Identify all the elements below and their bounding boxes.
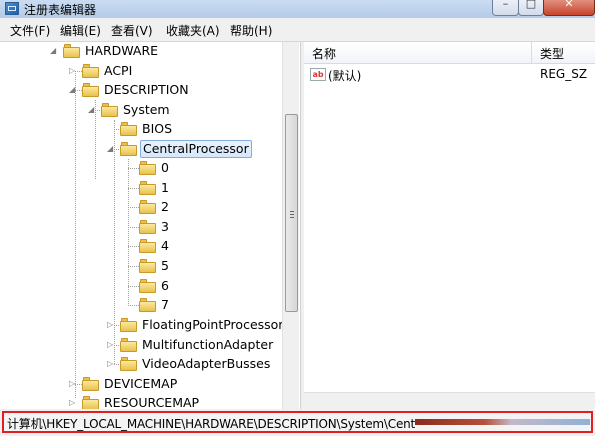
column-separator[interactable] — [531, 42, 532, 64]
folder-icon — [139, 200, 156, 214]
status-path-highlight: 计算机\HKEY_LOCAL_MACHINE\HARDWARE\DESCRIPT… — [2, 411, 593, 433]
folder-icon — [139, 161, 156, 175]
folder-icon — [120, 318, 137, 332]
scrollbar-thumb[interactable] — [285, 114, 298, 312]
grip-icon — [290, 211, 294, 218]
status-path: 计算机\HKEY_LOCAL_MACHINE\HARDWARE\DESCRIPT… — [7, 417, 416, 431]
tree-node-label: 1 — [161, 180, 169, 195]
folder-icon — [120, 142, 137, 156]
folder-icon — [139, 298, 156, 312]
expand-arrow-icon[interactable]: ▷ — [107, 319, 117, 331]
tree-node-label: 3 — [161, 219, 169, 234]
value-list[interactable]: 名称 类型 ab (默认) REG_SZ — [304, 42, 595, 409]
folder-icon — [82, 377, 99, 391]
tree-node-label: RESOURCEMAP — [104, 395, 200, 409]
tree-node-label: System — [123, 102, 170, 117]
folder-icon — [82, 396, 99, 409]
tree-node-label: 6 — [161, 278, 169, 293]
folder-icon — [120, 357, 137, 371]
menu-edit[interactable]: 编辑(E) — [60, 22, 101, 39]
tree-node-label: 4 — [161, 238, 169, 253]
maximize-button[interactable]: □ — [518, 0, 544, 16]
folder-icon — [120, 122, 137, 136]
list-horizontal-scrollbar[interactable] — [304, 392, 595, 409]
value-name: (默认) — [328, 69, 362, 83]
menu-help[interactable]: 帮助(H) — [230, 22, 272, 39]
title-bar: 注册表编辑器 – □ ✕ — [0, 0, 595, 18]
status-bar: 计算机\HKEY_LOCAL_MACHINE\HARDWARE\DESCRIPT… — [0, 409, 595, 436]
tree-node-label: 5 — [161, 258, 169, 273]
minimize-button[interactable]: – — [492, 0, 519, 16]
tree-node-label: 2 — [161, 199, 169, 214]
folder-icon — [139, 239, 156, 253]
tree-node-label: ACPI — [104, 63, 133, 78]
status-overflow-marker — [415, 419, 590, 425]
tree-vertical-scrollbar[interactable] — [282, 42, 299, 409]
folder-icon — [63, 44, 80, 58]
folder-icon — [82, 64, 99, 78]
expand-arrow-icon[interactable]: ▷ — [107, 358, 117, 370]
tree-node-label: FloatingPointProcessor — [142, 317, 284, 332]
tree-node-label: MultifunctionAdapter — [142, 337, 274, 352]
tree-node-label: DESCRIPTION — [104, 82, 189, 97]
folder-icon — [139, 220, 156, 234]
tree-node-label: 0 — [161, 160, 169, 175]
expand-arrow-icon[interactable]: ▷ — [107, 339, 117, 351]
collapse-arrow-icon[interactable]: ◢ — [107, 143, 117, 155]
expand-arrow-icon[interactable]: ▷ — [69, 65, 79, 77]
tree-node-label: HARDWARE — [85, 43, 159, 58]
folder-icon — [139, 279, 156, 293]
tree-node-label: DEVICEMAP — [104, 376, 178, 391]
window-title: 注册表编辑器 — [24, 3, 97, 17]
string-value-icon: ab — [310, 68, 326, 81]
tree-node-label: CentralProcessor — [140, 140, 252, 158]
close-button[interactable]: ✕ — [543, 0, 595, 16]
column-header-type[interactable]: 类型 — [540, 45, 564, 62]
tree-node-label: VideoAdapterBusses — [142, 356, 271, 371]
column-header-name[interactable]: 名称 — [312, 45, 336, 62]
collapse-arrow-icon[interactable]: ◢ — [88, 104, 98, 116]
folder-icon — [139, 181, 156, 195]
menu-favorites[interactable]: 收藏夹(A) — [166, 22, 220, 39]
expand-arrow-icon[interactable]: ▷ — [69, 397, 79, 409]
collapse-arrow-icon[interactable]: ◢ — [50, 45, 60, 57]
collapse-arrow-icon[interactable]: ◢ — [69, 84, 79, 96]
list-item[interactable]: ab (默认) REG_SZ — [304, 65, 595, 85]
menu-bar: 文件(F) 编辑(E) 查看(V) 收藏夹(A) 帮助(H) — [0, 18, 595, 42]
list-header: 名称 类型 — [304, 42, 595, 64]
tree-node-label: 7 — [161, 297, 169, 312]
menu-file[interactable]: 文件(F) — [10, 22, 50, 39]
expand-arrow-icon[interactable]: ▷ — [69, 378, 79, 390]
folder-icon — [101, 103, 118, 117]
folder-icon — [139, 259, 156, 273]
folder-icon — [82, 83, 99, 97]
menu-view[interactable]: 查看(V) — [111, 22, 153, 39]
key-tree[interactable]: ◢ HARDWARE ▷ ACPI ◢ DESCRIPTION ◢ System… — [0, 42, 300, 409]
folder-icon — [120, 338, 137, 352]
tree-node-label: BIOS — [142, 121, 173, 136]
value-type: REG_SZ — [540, 67, 588, 81]
registry-editor-icon — [5, 2, 19, 15]
